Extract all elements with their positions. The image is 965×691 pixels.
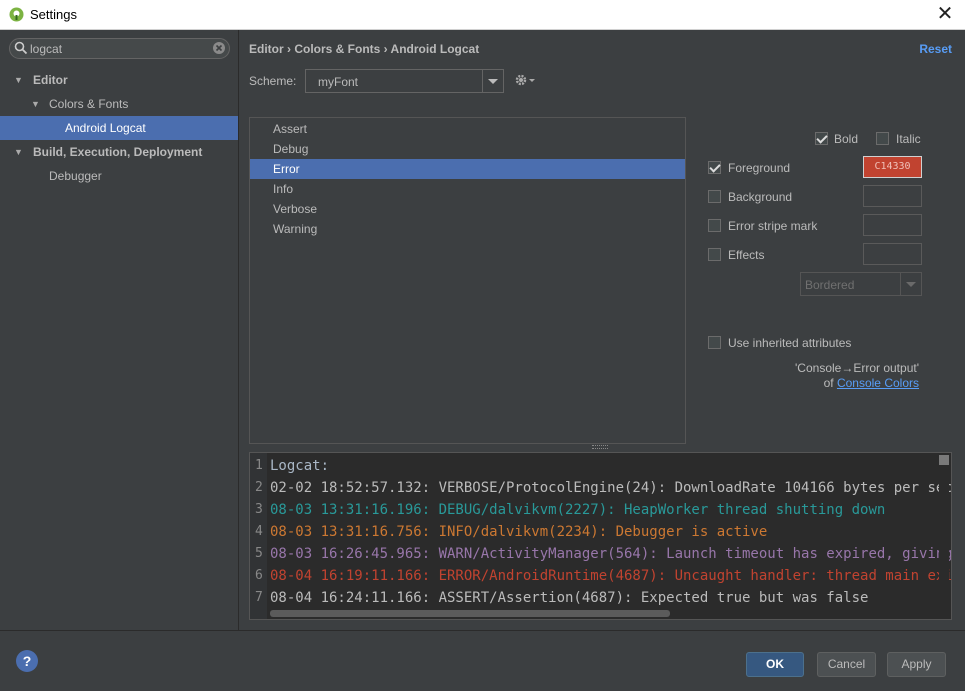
splitter-handle[interactable] [592,445,608,449]
foreground-label: Foreground [728,161,791,175]
sidebar-item-label: Build, Execution, Deployment [33,145,203,159]
list-item-error[interactable]: Error [250,159,685,179]
apply-button[interactable]: Apply [887,652,946,677]
android-studio-icon [9,7,24,22]
preview-line: 6 08-04 16:19:11.166: ERROR/AndroidRuntim… [255,568,951,584]
ok-button[interactable]: OK [746,652,804,677]
inherit-source-text: 'Console→Error output' [795,361,919,375]
inherit-source-line: of Console Colors [824,376,919,390]
preview-line: 5 08-03 16:26:45.965: WARN/ActivityManage… [255,546,952,562]
use-inherited-checkbox[interactable] [708,336,721,349]
foreground-color-swatch[interactable]: C14330 [863,156,922,178]
list-item-debug[interactable]: Debug [250,139,685,159]
scheme-label: Scheme: [249,74,297,88]
effects-checkbox[interactable] [708,248,721,261]
preview-line: 1 Logcat: [255,458,330,474]
sidebar-item-android-logcat[interactable]: Android Logcat [0,116,238,140]
background-checkbox[interactable] [708,190,721,203]
expand-arrow-icon[interactable]: ▼ [31,92,40,116]
error-stripe-checkbox[interactable] [708,219,721,232]
settings-search-input[interactable]: logcat [9,38,230,59]
preview-line: 7 08-04 16:24:11.166: ASSERT/Assertion(46… [255,590,869,606]
gear-icon[interactable] [514,72,536,88]
effects-label: Effects [728,248,765,262]
window-title: Settings [30,7,77,22]
console-colors-link[interactable]: Console Colors [837,376,919,390]
chevron-down-icon [906,282,916,287]
effect-style-select[interactable]: Bordered [800,272,922,296]
scheme-value: myFont [318,75,359,89]
italic-label: Italic [896,132,921,146]
dropdown-button[interactable] [482,70,503,92]
logcat-preview: 1 Logcat: 2 02-02 18:52:57.132: VERBOSE/Pr… [249,452,952,620]
search-value: logcat [30,42,63,56]
sidebar-item-debugger[interactable]: Debugger [0,164,238,188]
close-button[interactable]: ✕ [933,3,957,25]
error-stripe-label: Error stripe mark [728,219,818,233]
vertical-scrollbar[interactable] [939,453,949,605]
log-level-list: Assert Debug Error Info Verbose Warning [249,117,686,444]
effects-color-swatch[interactable] [863,243,922,265]
inherit-of-text: of [823,376,837,390]
list-item-verbose[interactable]: Verbose [250,199,685,219]
horizontal-scrollbar[interactable] [270,610,670,617]
list-item-info[interactable]: Info [250,179,685,199]
italic-checkbox[interactable] [876,132,889,145]
sidebar-item-editor[interactable]: ▼ Editor [0,68,238,92]
background-color-swatch[interactable] [863,185,922,207]
help-button[interactable]: ? [16,650,38,672]
dropdown-button[interactable] [900,273,921,295]
list-item-warning[interactable]: Warning [250,219,685,239]
clear-search-icon[interactable] [212,41,226,55]
sidebar-item-label: Editor [33,73,68,87]
expand-arrow-icon[interactable]: ▼ [14,68,23,92]
title-bar: Settings ✕ [0,0,965,30]
list-item-assert[interactable]: Assert [250,119,685,139]
scrollbar-thumb[interactable] [939,455,949,465]
foreground-checkbox[interactable] [708,161,721,174]
bold-label: Bold [834,132,859,146]
preview-line: 3 08-03 13:31:16.196: DEBUG/dalvikvm(2227… [255,502,886,518]
sidebar-item-colors-fonts[interactable]: ▼ Colors & Fonts [0,92,238,116]
expand-arrow-icon[interactable]: ▼ [14,140,23,164]
bold-checkbox[interactable] [815,132,828,145]
chevron-down-icon [488,79,498,84]
error-stripe-color-swatch[interactable] [863,214,922,236]
preview-line: 2 02-02 18:52:57.132: VERBOSE/ProtocolEng… [255,480,951,496]
sidebar-item-label: Colors & Fonts [49,97,129,111]
preview-line: 4 08-03 13:31:16.756: INFO/dalvikvm(2234)… [255,524,768,540]
background-label: Background [728,190,793,204]
sidebar-item-build-execution-deployment[interactable]: ▼ Build, Execution, Deployment [0,140,238,164]
use-inherited-label: Use inherited attributes [728,336,852,350]
settings-sidebar: logcat ▼ Editor ▼ Colors & Fonts Android… [0,30,239,630]
cancel-button[interactable]: Cancel [817,652,876,677]
sidebar-item-label: Debugger [49,169,102,183]
effect-style-value: Bordered [805,278,855,292]
reset-link[interactable]: Reset [919,42,952,56]
scheme-select[interactable]: myFont [305,69,504,93]
search-icon [14,41,28,55]
breadcrumb: Editor › Colors & Fonts › Android Logcat [249,42,480,56]
sidebar-item-label: Android Logcat [65,121,146,135]
